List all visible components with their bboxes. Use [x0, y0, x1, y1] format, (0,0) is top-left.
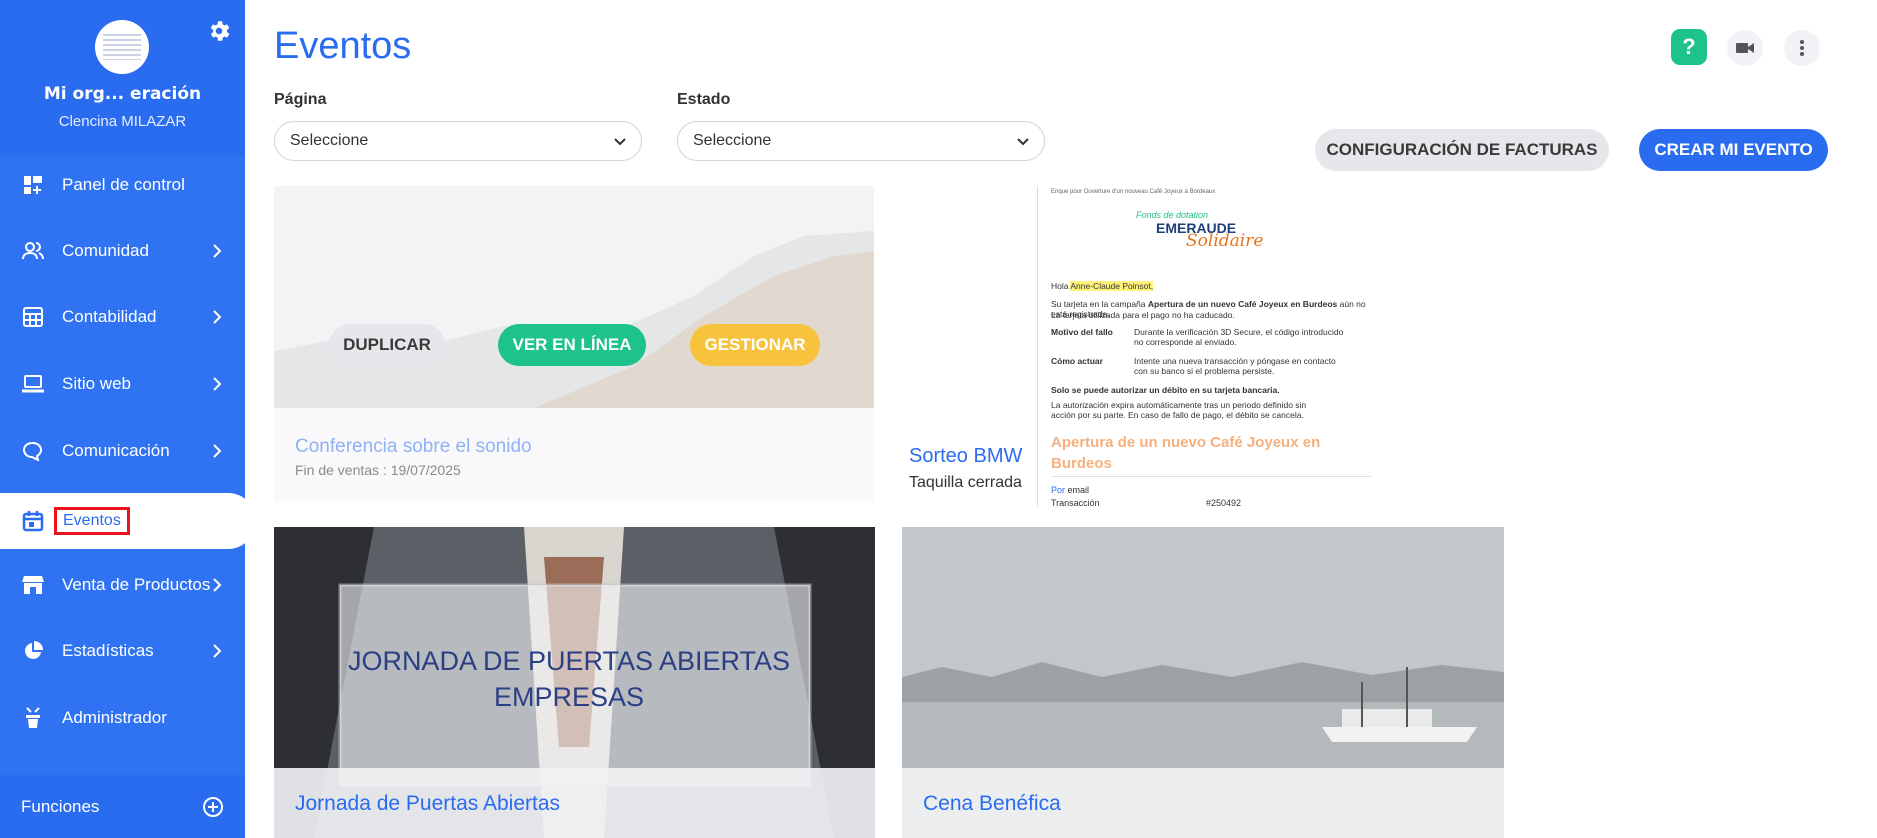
- admin-icon: [20, 705, 46, 731]
- video-camera-icon: [1736, 43, 1754, 53]
- doc-key: Motivo del fallo: [1051, 327, 1113, 337]
- doc-key: Cómo actuar: [1051, 356, 1103, 366]
- sidebar-item-label: Eventos: [54, 507, 130, 535]
- event-card[interactable]: Cena Benéfica: [902, 527, 1504, 838]
- page-select-value: Seleccione: [290, 132, 369, 149]
- doc-header: Enque pour Ouverture d'un nouveau Café J…: [1051, 189, 1216, 195]
- calendar-icon: [20, 508, 46, 534]
- sidebar-item-comunicacion[interactable]: Comunicación: [0, 427, 245, 475]
- doc-headline: Burdeos: [1051, 455, 1112, 472]
- event-card[interactable]: Sorteo BMW Taquilla cerrada Enque pour O…: [902, 186, 1402, 506]
- sidebar-item-eventos[interactable]: Eventos: [0, 493, 256, 549]
- doc-text: La tarjeta utilizada para el pago no ha …: [1051, 310, 1235, 320]
- more-options-button[interactable]: [1784, 30, 1820, 66]
- sidebar-item-panel[interactable]: Panel de control: [0, 161, 245, 209]
- doc-value: no corresponde al enviado.: [1134, 337, 1237, 347]
- doc-text: La autorización expira automáticamente t…: [1051, 400, 1307, 410]
- chevron-right-icon: [213, 578, 222, 592]
- sidebar-item-label: Estadísticas: [62, 641, 154, 660]
- doc-greeting: Hola: [1051, 281, 1071, 291]
- image-title-line: JORNADA DE PUERTAS ABIERTAS: [347, 646, 791, 676]
- manage-button[interactable]: GESTIONAR: [690, 324, 820, 366]
- functions-bar[interactable]: Funciones: [0, 775, 245, 838]
- sidebar-header: Mi org... eración Clencina MILAZAR: [0, 0, 245, 155]
- chevron-right-icon: [213, 644, 222, 658]
- event-card[interactable]: DUPLICAR VER EN LÍNEA GESTIONAR Conferen…: [274, 186, 874, 501]
- doc-text: Por: [1051, 485, 1066, 495]
- accounting-icon: [20, 304, 46, 330]
- sidebar-item-venta-productos[interactable]: Venta de Productos: [0, 561, 245, 609]
- sidebar: Mi org... eración Clencina MILAZAR Panel…: [0, 0, 256, 838]
- event-title[interactable]: Jornada de Puertas Abiertas: [295, 792, 560, 816]
- doc-greeting-name: Anne-Claude Poinsot,: [1070, 281, 1154, 291]
- event-card[interactable]: JORNADA DE PUERTAS ABIERTAS EMPRESAS Jor…: [274, 527, 875, 838]
- page-title: Eventos: [274, 25, 412, 67]
- sidebar-item-label: Panel de control: [62, 175, 185, 194]
- laptop-icon: [20, 371, 46, 397]
- sidebar-item-sitio-web[interactable]: Sitio web: [0, 360, 245, 408]
- page-filter-label: Página: [274, 91, 327, 108]
- shop-icon: [20, 572, 46, 598]
- event-status: Taquilla cerrada: [909, 474, 1022, 491]
- pie-chart-icon: [20, 638, 46, 664]
- sidebar-item-label: Comunicación: [62, 441, 170, 460]
- help-button[interactable]: ?: [1671, 29, 1707, 65]
- functions-label: Funciones: [21, 796, 100, 816]
- dashboard-icon: [20, 172, 46, 198]
- page-select[interactable]: Seleccione: [274, 121, 642, 161]
- chevron-right-icon: [213, 444, 222, 458]
- gear-icon[interactable]: [206, 18, 232, 44]
- community-icon: [20, 238, 46, 264]
- sidebar-item-label: Venta de Productos: [62, 575, 211, 594]
- chevron-down-icon: [614, 138, 626, 146]
- org-avatar[interactable]: [95, 20, 149, 74]
- event-sales-end: Fin de ventas : 19/07/2025: [295, 462, 461, 478]
- state-filter-label: Estado: [677, 91, 731, 108]
- chevron-right-icon: [213, 310, 222, 324]
- brand-script: Solidaire: [1186, 231, 1264, 251]
- doc-transaction-id: #250492: [1206, 498, 1242, 506]
- sidebar-item-administrador[interactable]: Administrador: [0, 694, 245, 742]
- org-name: Mi org... eración: [43, 84, 202, 104]
- doc-key: Transacción: [1051, 498, 1100, 506]
- state-select[interactable]: Seleccione: [677, 121, 1045, 161]
- sidebar-nav: Panel de control Comunidad Contabilidad …: [0, 155, 256, 775]
- doc-value: con su banco si el problema persiste.: [1134, 366, 1275, 376]
- doc-text: Su tarjeta en la campaña: [1051, 299, 1148, 309]
- chevron-down-icon: [1017, 138, 1029, 146]
- plus-circle-icon[interactable]: [203, 797, 223, 817]
- doc-headline: Apertura de un nuevo Café Joyeux en: [1051, 434, 1321, 451]
- chat-icon: [20, 438, 46, 464]
- chevron-right-icon: [213, 377, 222, 391]
- chevron-right-icon: [213, 244, 222, 258]
- sidebar-item-label: Administrador: [62, 708, 167, 727]
- duplicate-button[interactable]: DUPLICAR: [329, 324, 445, 366]
- org-user: Clencina MILAZAR: [58, 113, 187, 130]
- doc-value: Intente una nueva transacción y póngase …: [1134, 356, 1336, 366]
- sidebar-item-label: Contabilidad: [62, 307, 157, 326]
- state-select-value: Seleccione: [693, 132, 772, 149]
- image-title-line: EMPRESAS: [493, 682, 645, 712]
- doc-text: email: [1065, 485, 1090, 495]
- event-title[interactable]: Cena Benéfica: [923, 792, 1061, 816]
- create-event-button[interactable]: CREAR MI EVENTO: [1639, 129, 1828, 171]
- help-icon: ?: [1682, 34, 1696, 59]
- event-title[interactable]: Sorteo BMW: [909, 445, 1022, 468]
- sidebar-item-comunidad[interactable]: Comunidad: [0, 227, 245, 275]
- sidebar-item-estadisticas[interactable]: Estadísticas: [0, 627, 245, 675]
- invoice-config-button[interactable]: CONFIGURACIÓN DE FACTURAS: [1315, 129, 1609, 171]
- doc-campaign: Apertura de un nuevo Café Joyeux en Burd…: [1147, 299, 1338, 309]
- brand-top: Fonds de dotation: [1136, 210, 1209, 220]
- view-online-button[interactable]: VER EN LÍNEA: [498, 324, 646, 366]
- sidebar-item-label: Comunidad: [62, 241, 149, 260]
- more-vertical-icon: [1800, 40, 1804, 56]
- sidebar-item-label: Sitio web: [62, 374, 131, 393]
- doc-text: acción por su parte. En caso de fallo de…: [1051, 410, 1304, 420]
- sidebar-item-contabilidad[interactable]: Contabilidad: [0, 293, 245, 341]
- doc-value: Durante la verificación 3D Secure, el có…: [1134, 327, 1344, 337]
- doc-text: Solo se puede autorizar un débito en su …: [1051, 385, 1280, 395]
- event-title[interactable]: Conferencia sobre el sonido: [295, 436, 532, 458]
- email-preview-document: Enque pour Ouverture d'un nouveau Café J…: [1037, 186, 1377, 506]
- video-button[interactable]: [1727, 30, 1763, 66]
